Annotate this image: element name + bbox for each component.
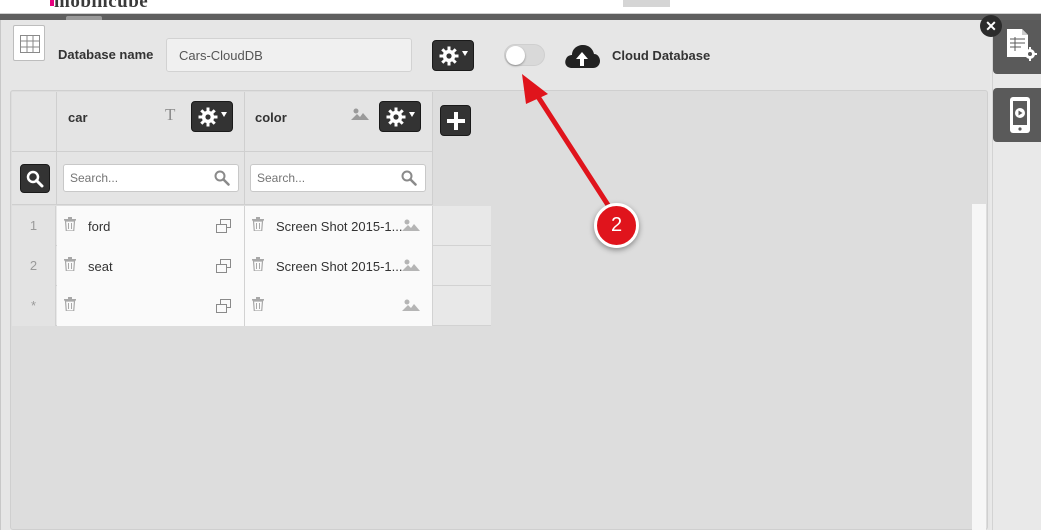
preview-panel-button[interactable]: [993, 88, 1041, 142]
row-number: 1: [12, 206, 56, 246]
trash-icon[interactable]: [64, 257, 76, 271]
trash-icon[interactable]: [64, 297, 76, 311]
column-title-car: car: [68, 110, 88, 125]
trash-icon[interactable]: [64, 217, 76, 231]
column-header-color: color: [245, 92, 433, 152]
column-settings-button-car[interactable]: [191, 101, 233, 132]
chevron-down-icon: [409, 112, 415, 117]
cell-value: Screen Shot 2015-1...: [276, 219, 403, 234]
document-gear-icon: [1007, 29, 1037, 61]
image-type-icon: [351, 108, 369, 120]
table-row: 2 seat Screen Shot 2015-1...: [12, 246, 491, 286]
cloud-database-label: Cloud Database: [612, 48, 711, 63]
column-settings-button-color[interactable]: [379, 101, 421, 132]
toggle-knob: [506, 46, 525, 65]
database-table-icon: [13, 25, 45, 61]
right-side-toolbar: [992, 20, 1041, 530]
chevron-down-icon: [462, 51, 468, 56]
search-icon: [26, 170, 44, 188]
trash-icon[interactable]: [252, 257, 264, 271]
close-modal-button[interactable]: ✕: [980, 15, 1002, 37]
phone-preview-icon: [1010, 97, 1030, 133]
table-row: 1 ford Screen Shot 2015-1...: [12, 206, 491, 246]
gear-icon: [386, 107, 406, 127]
plus-icon: [447, 112, 465, 130]
search-toggle-button[interactable]: [20, 164, 50, 193]
search-icon: [401, 170, 417, 186]
column-title-color: color: [255, 110, 287, 125]
table-scroll-area: [972, 204, 986, 530]
cell-car[interactable]: seat: [57, 246, 245, 286]
column-header-car: car T: [57, 92, 245, 152]
top-tab-stub: [623, 0, 670, 7]
image-icon: [402, 219, 420, 231]
duplicate-icon[interactable]: [216, 259, 231, 273]
browser-top-strip: mobincube: [0, 0, 1041, 14]
search-input-car[interactable]: [63, 164, 239, 192]
add-column-button[interactable]: [440, 105, 471, 136]
trash-icon[interactable]: [252, 217, 264, 231]
row-number: *: [12, 286, 56, 326]
cell-value: seat: [88, 259, 113, 274]
database-name-label: Database name: [58, 47, 154, 62]
database-settings-button[interactable]: [432, 40, 474, 71]
table-row-new: *: [12, 286, 491, 326]
gear-icon: [198, 107, 218, 127]
cell-car[interactable]: [57, 286, 245, 326]
annotation-arrow: [522, 74, 611, 208]
cell-color[interactable]: [245, 286, 433, 326]
cell-value: Screen Shot 2015-1...: [276, 259, 403, 274]
brand-logo: mobincube: [54, 0, 149, 12]
image-icon: [402, 299, 420, 311]
duplicate-icon[interactable]: [216, 219, 231, 233]
cell-value: ford: [88, 219, 111, 234]
search-cell-car: [57, 152, 245, 205]
trash-icon[interactable]: [252, 297, 264, 311]
annotation-step-badge: 2: [594, 203, 639, 248]
row-number-header: [12, 92, 57, 152]
search-input-color[interactable]: [250, 164, 426, 192]
close-icon: ✕: [985, 18, 997, 34]
database-name-input[interactable]: [166, 38, 412, 72]
cloud-database-toggle[interactable]: [504, 44, 545, 66]
chevron-down-icon: [221, 112, 227, 117]
search-cell-color: [245, 152, 433, 205]
image-icon: [402, 259, 420, 271]
cell-color[interactable]: Screen Shot 2015-1...: [245, 246, 433, 286]
gear-icon: [439, 46, 459, 66]
cell-color[interactable]: Screen Shot 2015-1...: [245, 206, 433, 246]
row-number: 2: [12, 246, 56, 286]
cell-car[interactable]: ford: [57, 206, 245, 246]
text-type-icon: T: [165, 105, 176, 124]
cloud-upload-icon: [565, 45, 600, 68]
search-icon: [214, 170, 230, 186]
duplicate-icon[interactable]: [216, 299, 231, 313]
